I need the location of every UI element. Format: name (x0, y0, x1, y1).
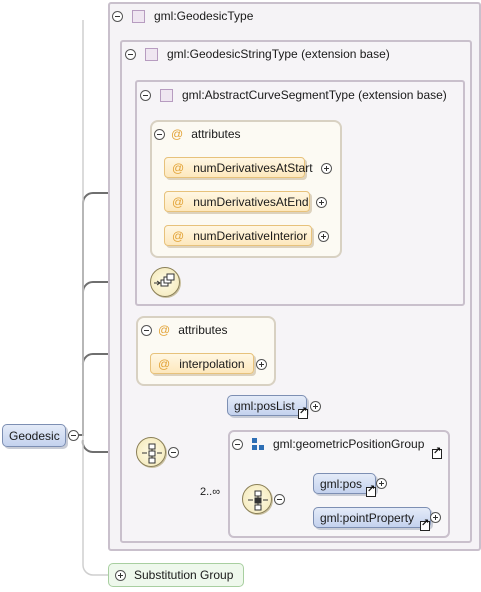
collapse-icon[interactable] (154, 128, 165, 140)
geodesic-string-type-header: gml:GeodesicStringType (extension base) (125, 45, 390, 63)
complex-type-icon (132, 9, 145, 23)
expand-icon[interactable] (316, 197, 327, 208)
abstract-curve-segment-type-header: gml:AbstractCurveSegmentType (extension … (140, 86, 447, 104)
sequence-compositor[interactable] (150, 267, 180, 297)
choice-cardinality: 2..∞ (200, 486, 221, 498)
geodesic-label: Geodesic (9, 428, 60, 443)
collapse-icon[interactable] (168, 447, 179, 458)
collapse-icon[interactable] (112, 10, 123, 22)
collapse-icon[interactable] (125, 48, 136, 60)
attribute-interpolation[interactable]: @ interpolation (150, 353, 254, 374)
sequence-icon (142, 443, 162, 464)
expand-icon[interactable] (321, 163, 332, 174)
attribute-icon: @ (172, 228, 185, 243)
expand-icon[interactable] (318, 231, 329, 242)
complex-type-icon (160, 88, 173, 102)
attribute-label: numDerivativesAtStart (193, 160, 313, 175)
pos-list-label: gml:posList (234, 398, 295, 413)
attribute-num-derivatives-at-end[interactable]: @ numDerivativesAtEnd (164, 191, 310, 212)
collapse-icon[interactable] (274, 494, 285, 505)
collapse-icon[interactable] (140, 89, 151, 101)
main-sequence-compositor[interactable] (136, 437, 166, 467)
attribute-label: numDerivativeInterior (193, 228, 308, 243)
substitution-group[interactable]: Substitution Group (108, 563, 244, 587)
attribute-icon: @ (158, 356, 171, 371)
geodesic-string-type-label: gml:GeodesicStringType (extension base) (167, 47, 390, 61)
collapse-icon[interactable] (232, 438, 243, 450)
substitution-group-label: Substitution Group (134, 568, 234, 582)
attribute-icon: @ (171, 127, 184, 141)
attribute-group-1-header: @ attributes (154, 127, 241, 141)
attribute-group-2-header: @ attributes (141, 323, 228, 337)
expand-icon[interactable] (115, 569, 126, 581)
reference-arrow-icon (366, 484, 376, 497)
choice-compositor[interactable] (242, 484, 272, 514)
geometric-position-group-label: gml:geometricPositionGroup (273, 437, 425, 451)
attribute-group-2: @ attributes (136, 316, 276, 386)
group-icon (252, 438, 264, 450)
expand-icon[interactable] (376, 478, 387, 489)
geodesic-type-label: gml:GeodesicType (154, 9, 254, 23)
expand-icon[interactable] (310, 401, 321, 412)
element-point-property[interactable]: gml:pointProperty (313, 507, 431, 528)
complex-type-icon (145, 47, 158, 61)
collapse-icon[interactable] (68, 430, 79, 441)
attribute-label: numDerivativesAtEnd (193, 194, 309, 209)
attribute-label: interpolation (179, 356, 245, 371)
geometric-position-group-header: gml:geometricPositionGroup (232, 435, 424, 453)
reference-arrow-icon (298, 406, 308, 419)
point-property-label: gml:pointProperty (320, 510, 415, 525)
reference-arrow-icon (420, 518, 430, 531)
expand-icon[interactable] (256, 359, 267, 370)
attribute-num-derivative-interior[interactable]: @ numDerivativeInterior (164, 225, 312, 246)
attribute-num-derivatives-at-start[interactable]: @ numDerivativesAtStart (164, 157, 313, 178)
collapse-icon[interactable] (141, 324, 152, 336)
element-pos-list[interactable]: gml:posList (227, 395, 307, 416)
attributes-label: attributes (178, 323, 228, 337)
attribute-icon: @ (172, 194, 185, 209)
attribute-icon: @ (158, 323, 171, 337)
attributes-label: attributes (191, 127, 241, 141)
geodesic-type-header: gml:GeodesicType (112, 7, 253, 25)
sequence-icon (154, 273, 175, 287)
root-element-geodesic[interactable]: Geodesic (2, 424, 66, 447)
abstract-curve-segment-type-label: gml:AbstractCurveSegmentType (extension … (182, 88, 447, 102)
choice-icon (248, 490, 268, 511)
attribute-icon: @ (172, 160, 185, 175)
pos-label: gml:pos (320, 476, 363, 491)
reference-arrow-icon (432, 446, 442, 459)
expand-icon[interactable] (430, 512, 441, 523)
